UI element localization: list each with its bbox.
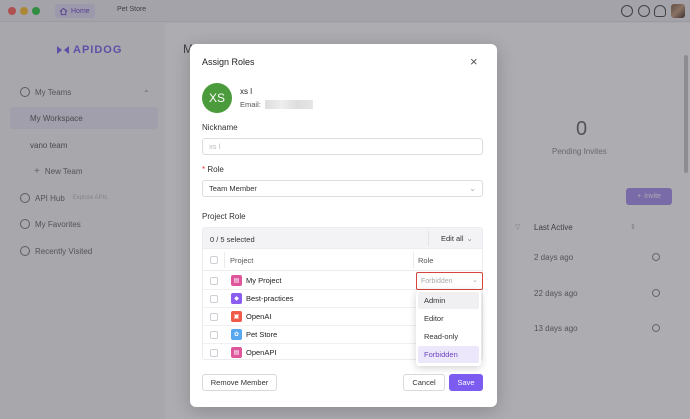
project-icon: ✿: [231, 329, 242, 340]
project-role-label: Project Role: [202, 212, 246, 221]
role-label-text: Role: [207, 165, 224, 174]
member-avatar: XS: [202, 83, 232, 113]
row-checkbox[interactable]: [210, 277, 218, 285]
cancel-button[interactable]: Cancel: [403, 374, 445, 391]
edit-all-dropdown[interactable]: Edit all ⌄: [428, 231, 482, 246]
column-project: Project: [230, 256, 254, 265]
project-name: Pet Store: [246, 330, 278, 339]
role-option-forbidden[interactable]: Forbidden: [418, 346, 479, 363]
edit-all-label: Edit all: [441, 234, 464, 243]
table-toolbar: 0 / 5 selected Edit all ⌄: [203, 228, 482, 249]
role-dropdown-menu: Admin Editor Read-only Forbidden: [416, 290, 481, 366]
email-label: Email:: [240, 100, 261, 109]
row-checkbox[interactable]: [210, 295, 218, 303]
column-role: Role: [418, 256, 434, 265]
project-name: OpenAI: [246, 312, 272, 321]
required-mark: *: [202, 165, 206, 174]
chevron-down-icon: ⌄: [466, 234, 473, 243]
project-icon: ▣: [231, 311, 242, 322]
role-option-admin[interactable]: Admin: [418, 292, 479, 309]
role-option-editor[interactable]: Editor: [418, 310, 479, 327]
column-divider: [224, 252, 225, 268]
dialog-title: Assign Roles: [202, 57, 255, 67]
project-name: My Project: [246, 276, 282, 285]
nickname-field[interactable]: xs l: [202, 138, 483, 155]
project-role-select[interactable]: Forbidden ⌄: [416, 272, 483, 290]
remove-member-button[interactable]: Remove Member: [202, 374, 277, 391]
role-option-read-only[interactable]: Read-only: [418, 328, 479, 345]
assign-roles-dialog: Assign Roles × XS xs l Email: Nickname x…: [190, 44, 497, 407]
member-name: xs l: [240, 87, 252, 96]
team-role-value: Team Member: [209, 184, 257, 193]
row-checkbox[interactable]: [210, 331, 218, 339]
project-name: OpenAPI: [246, 348, 277, 357]
nickname-placeholder: xs l: [209, 142, 221, 151]
chevron-down-icon: ⌄: [472, 277, 478, 284]
team-role-select[interactable]: Team Member ⌄: [202, 180, 483, 197]
row-checkbox[interactable]: [210, 349, 218, 357]
member-email: Email:: [240, 100, 313, 109]
nickname-label: Nickname: [202, 123, 238, 132]
column-divider: [413, 252, 414, 268]
project-icon: ◆: [231, 293, 242, 304]
row-checkbox[interactable]: [210, 313, 218, 321]
select-all-checkbox[interactable]: [210, 256, 218, 264]
table-header: Project Role: [203, 249, 482, 271]
role-label: * Role: [202, 165, 224, 174]
project-name: Best-practices: [246, 294, 294, 303]
project-role-value: Forbidden: [421, 277, 453, 285]
redacted-email: [264, 100, 313, 109]
chevron-down-icon: ⌄: [469, 184, 476, 193]
save-button[interactable]: Save: [449, 374, 483, 391]
selected-count: 0 / 5 selected: [210, 235, 255, 244]
project-icon: ▤: [231, 275, 242, 286]
close-icon[interactable]: ×: [470, 55, 478, 68]
project-icon: ▤: [231, 347, 242, 358]
